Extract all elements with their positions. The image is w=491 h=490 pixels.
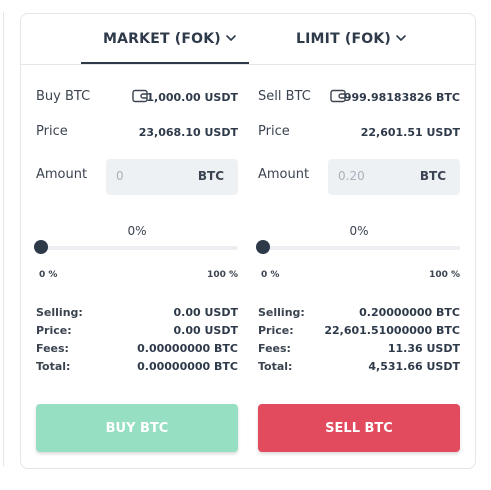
buy-summary-selling: Selling: 0.00 USDT [36, 306, 238, 324]
buy-slider-min-label: 0 % [39, 270, 58, 280]
buy-balance-row: Buy BTC 1,000.00 USDT [36, 89, 238, 109]
trade-card: MARKET (FOK) LIMIT (FOK) Buy BTC 1,000.0… [20, 13, 476, 469]
sell-price-value: 22,601.51 USDT [360, 126, 460, 139]
tab-limit-label: LIMIT (FOK) [296, 31, 392, 47]
summary-label: Total: [36, 360, 71, 373]
summary-label: Fees: [36, 342, 69, 355]
buy-slider-track[interactable] [36, 246, 238, 250]
buy-amount-label: Amount [36, 167, 88, 182]
sell-title: Sell BTC [258, 89, 311, 104]
tab-market-label: MARKET (FOK) [103, 31, 221, 47]
summary-label: Fees: [258, 342, 291, 355]
buy-summary-price: Price: 0.00 USDT [36, 324, 238, 342]
sell-amount-unit: BTC [419, 169, 446, 183]
buy-amount-unit: BTC [197, 169, 224, 183]
tabs-divider [21, 64, 475, 65]
summary-value: 4,531.66 USDT [368, 360, 460, 373]
sell-percent: 0% [349, 224, 369, 238]
buy-amount-input[interactable]: 0 BTC [106, 159, 238, 195]
left-panel-edge [0, 12, 4, 466]
order-type-tabs: MARKET (FOK) LIMIT (FOK) [21, 14, 475, 64]
summary-label: Selling: [36, 306, 83, 319]
summary-value: 0.00000000 BTC [137, 360, 238, 373]
sell-price-row: Price 22,601.51 USDT [258, 124, 460, 144]
sell-slider-track[interactable] [258, 246, 460, 250]
sell-summary-total: Total: 4,531.66 USDT [258, 360, 460, 378]
tab-market-fok[interactable]: MARKET (FOK) [103, 31, 237, 47]
summary-value: 0.00 USDT [173, 324, 238, 337]
buy-summary-total: Total: 0.00000000 BTC [36, 360, 238, 378]
buy-price-label: Price [36, 124, 68, 139]
sell-summary-fees: Fees: 11.36 USDT [258, 342, 460, 360]
summary-value: 0.00000000 BTC [137, 342, 238, 355]
summary-label: Price: [36, 324, 72, 337]
summary-label: Price: [258, 324, 294, 337]
sell-slider-max-label: 100 % [429, 270, 460, 280]
summary-value: 0.20000000 BTC [359, 306, 460, 319]
buy-slider-handle[interactable] [34, 240, 48, 254]
chevron-down-icon [226, 35, 236, 41]
buy-price-value: 23,068.10 USDT [138, 126, 238, 139]
sell-slider-min-label: 0 % [261, 270, 280, 280]
tab-limit-fok[interactable]: LIMIT (FOK) [296, 31, 407, 47]
summary-value: 11.36 USDT [387, 342, 460, 355]
summary-label: Total: [258, 360, 293, 373]
sell-btc-button[interactable]: SELL BTC [258, 404, 460, 452]
sell-summary-selling: Selling: 0.20000000 BTC [258, 306, 460, 324]
summary-value: 0.00 USDT [173, 306, 238, 319]
buy-btc-button[interactable]: BUY BTC [36, 404, 238, 452]
buy-price-row: Price 23,068.10 USDT [36, 124, 238, 144]
sell-amount-placeholder: 0.20 [338, 169, 365, 183]
sell-balance: 999.98183826 BTC [343, 91, 460, 104]
sell-amount-label: Amount [258, 167, 310, 182]
buy-summary-fees: Fees: 0.00000000 BTC [36, 342, 238, 360]
buy-title: Buy BTC [36, 89, 91, 104]
chevron-down-icon [396, 35, 406, 41]
sell-price-label: Price [258, 124, 290, 139]
buy-amount-placeholder: 0 [116, 169, 124, 183]
buy-balance: 1,000.00 USDT [146, 91, 238, 104]
sell-slider-handle[interactable] [256, 240, 270, 254]
sell-balance-row: Sell BTC 999.98183826 BTC [258, 89, 460, 109]
sell-amount-input[interactable]: 0.20 BTC [328, 159, 460, 195]
buy-percent: 0% [127, 224, 147, 238]
sell-summary-price: Price: 22,601.51000000 BTC [258, 324, 460, 342]
summary-label: Selling: [258, 306, 305, 319]
buy-slider-max-label: 100 % [207, 270, 238, 280]
summary-value: 22,601.51000000 BTC [324, 324, 460, 337]
